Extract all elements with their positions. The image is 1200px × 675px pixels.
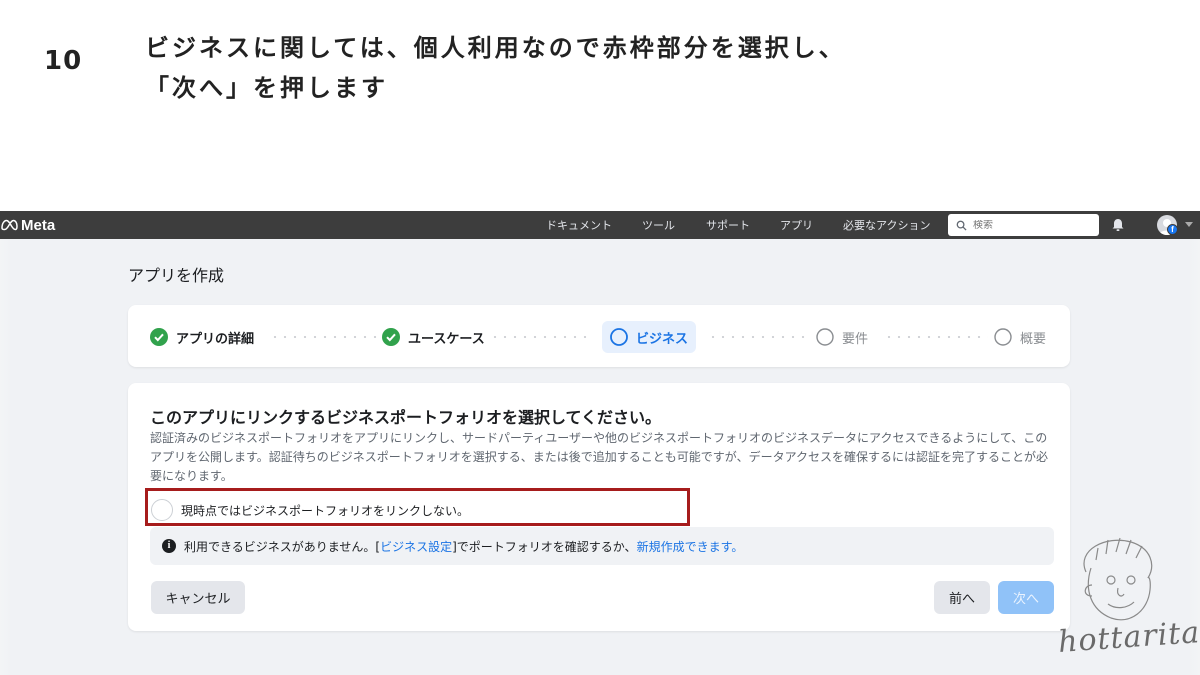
progress-stepper: アプリの詳細 ユースケース ビジネス 要件 概要 — [128, 305, 1070, 367]
empty-circle-icon — [816, 328, 834, 346]
bell-icon[interactable] — [1111, 218, 1125, 232]
step-connector — [708, 336, 806, 338]
step-overview: 概要 — [994, 321, 1046, 353]
meta-logo[interactable]: Meta — [0, 215, 55, 235]
info-message: i 利用できるビジネスがありません。[ ビジネス設定 ]でポートフォリオを確認す… — [150, 527, 1054, 565]
step-label: 概要 — [1020, 331, 1047, 347]
highlight-frame — [145, 488, 690, 526]
create-new-link[interactable]: 新規作成できます。 — [637, 538, 744, 555]
step-label: ビジネス — [636, 331, 689, 347]
search-box[interactable] — [948, 214, 1099, 236]
meta-logo-icon — [1, 219, 18, 231]
info-text-middle: ]でポートフォリオを確認するか、 — [452, 539, 637, 554]
step-label: ユースケース — [408, 331, 485, 347]
empty-circle-icon — [610, 328, 628, 346]
nav-documents[interactable]: ドキュメント — [546, 217, 612, 233]
empty-circle-icon — [994, 328, 1012, 346]
nav-support[interactable]: サポート — [706, 217, 750, 233]
cancel-button[interactable]: キャンセル — [151, 581, 245, 614]
account-menu[interactable]: f — [1157, 215, 1197, 235]
step-connector — [490, 336, 590, 338]
brand-name: Meta — [21, 216, 56, 234]
card-description: 認証済みのビジネスポートフォリオをアプリにリンクし、サードパーティユーザーや他の… — [150, 431, 1048, 483]
nav-required-actions[interactable]: 必要なアクション — [843, 217, 930, 233]
step-app-details: アプリの詳細 — [150, 321, 254, 353]
nav-apps[interactable]: アプリ — [780, 217, 813, 233]
nav-tools[interactable]: ツール — [642, 217, 675, 233]
check-circle-icon — [382, 328, 400, 346]
facebook-badge-icon: f — [1167, 224, 1178, 235]
next-button[interactable]: 次へ — [998, 581, 1054, 614]
top-nav-links: ドキュメント ツール サポート アプリ 必要なアクション — [546, 211, 960, 239]
previous-button[interactable]: 前へ — [934, 581, 990, 614]
step-business: ビジネス — [602, 321, 697, 353]
business-settings-link[interactable]: ビジネス設定 — [380, 538, 452, 555]
chevron-down-icon — [1185, 222, 1193, 227]
step-requirements: 要件 — [816, 321, 868, 353]
step-number: 10 — [44, 46, 83, 76]
instruction-line-1: ビジネスに関しては、個人利用なので赤枠部分を選択し、 — [145, 34, 846, 62]
step-label: アプリの詳細 — [176, 331, 255, 347]
info-icon: i — [162, 539, 176, 553]
page-title: アプリを作成 — [128, 266, 225, 285]
card-title: このアプリにリンクするビジネスポートフォリオを選択してください。 — [150, 408, 662, 427]
instruction-line-2: 「次へ」を押します — [145, 74, 388, 102]
check-circle-icon — [150, 328, 168, 346]
step-connector — [884, 336, 988, 338]
search-icon — [956, 220, 967, 231]
info-text-before: 利用できるビジネスがありません。[ — [184, 539, 381, 554]
step-use-cases: ユースケース — [382, 321, 485, 353]
top-navigation-bar: Meta ドキュメント ツール サポート アプリ 必要なアクション f — [0, 211, 1200, 239]
search-input[interactable] — [973, 219, 1083, 231]
slide-instruction: ビジネスに関しては、個人利用なので赤枠部分を選択し、 「次へ」を押します — [145, 28, 846, 108]
step-label: 要件 — [842, 331, 869, 347]
step-connector — [270, 336, 380, 338]
